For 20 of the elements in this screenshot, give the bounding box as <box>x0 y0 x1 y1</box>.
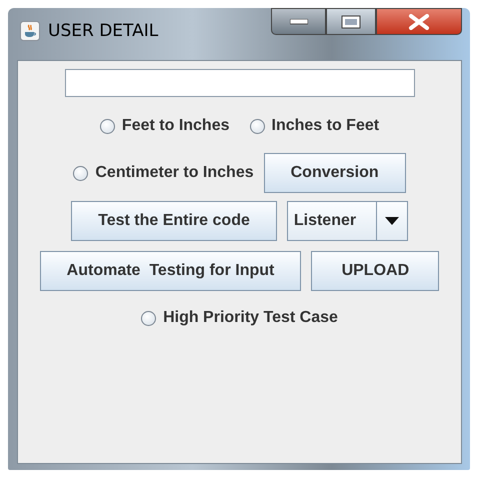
action-button[interactable]: UPLOAD <box>311 251 440 291</box>
radio-option[interactable]: Inches to Feet <box>250 117 380 135</box>
action-button[interactable]: Conversion <box>264 153 406 193</box>
cup-icon <box>20 21 40 41</box>
maximize-button[interactable] <box>326 8 376 35</box>
close-icon <box>408 14 430 30</box>
action-button[interactable]: Test the Entire code <box>71 201 277 241</box>
action-button[interactable]: Automate Testing for Input <box>40 251 302 291</box>
window-title: USER DETAIL <box>48 21 158 41</box>
minimize-button[interactable] <box>271 8 326 35</box>
close-button[interactable] <box>376 8 462 35</box>
dropdown[interactable]: Listener <box>286 201 408 241</box>
dropdown-value: Listener <box>288 202 377 240</box>
radio-option[interactable]: Feet to Inches <box>100 117 230 135</box>
radio-label: Inches to Feet <box>272 117 380 135</box>
minimize-icon <box>290 18 308 24</box>
radio-label: Feet to Inches <box>122 117 230 135</box>
maximize-icon <box>341 14 361 28</box>
dropdown-arrow-icon <box>384 217 399 225</box>
input-field[interactable] <box>64 69 414 97</box>
